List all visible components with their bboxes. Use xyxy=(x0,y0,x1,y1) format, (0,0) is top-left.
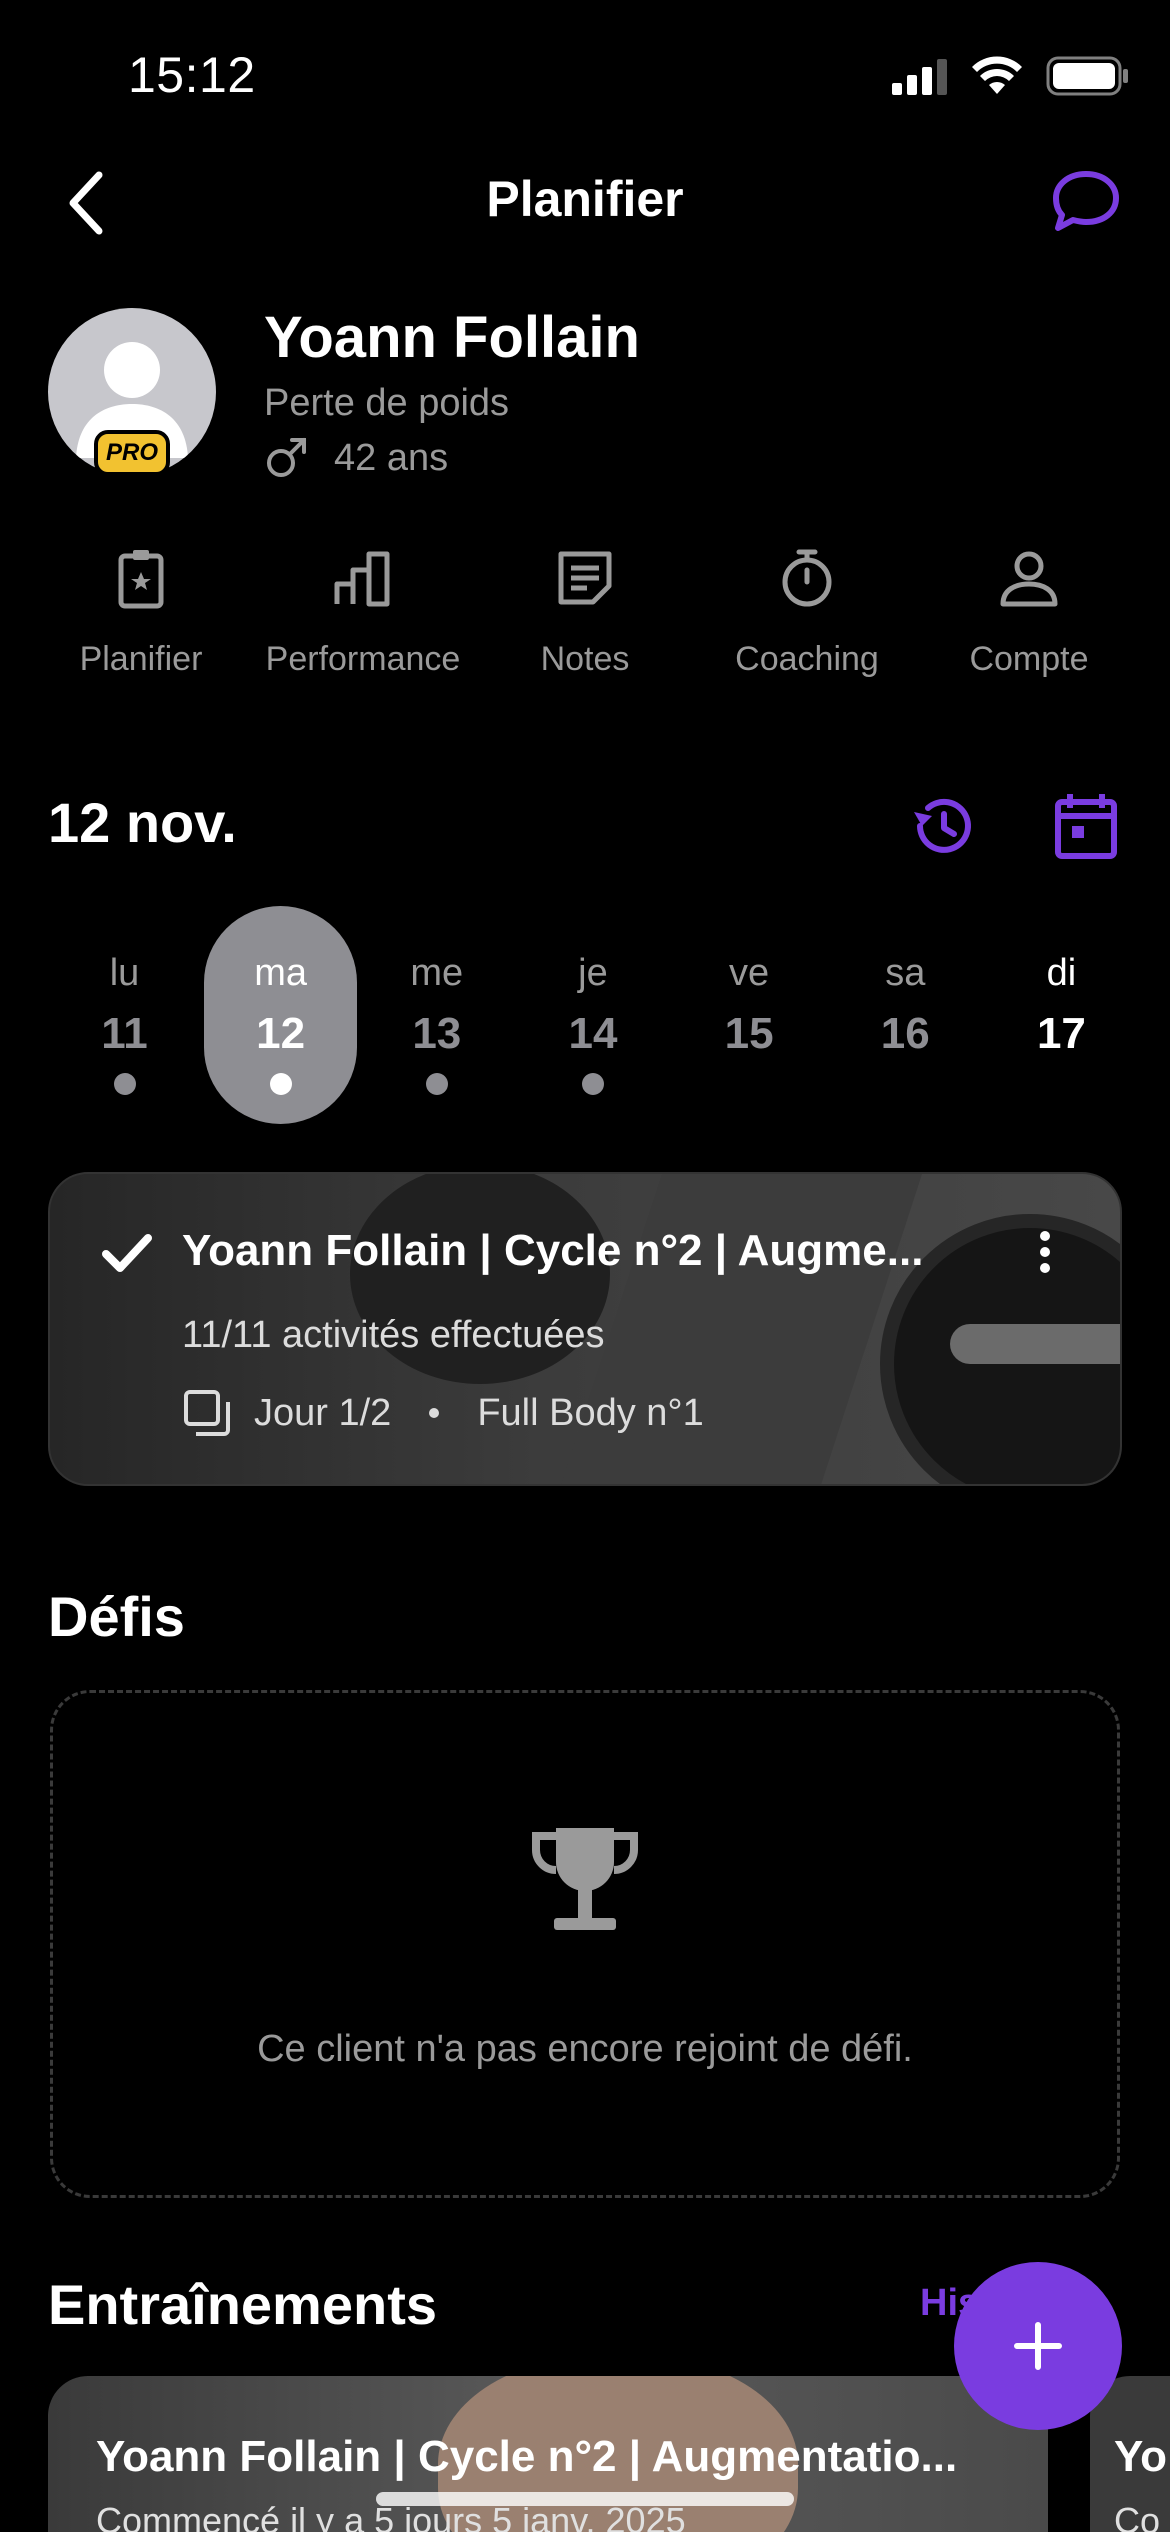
client-goal: Perte de poids xyxy=(264,382,510,424)
activity-dot xyxy=(1050,1073,1072,1095)
day-number: 17 xyxy=(1036,1009,1086,1058)
activity-dot xyxy=(894,1073,916,1095)
day-number: 13 xyxy=(412,1009,462,1058)
plus-icon xyxy=(1014,2322,1062,2370)
pro-badge: PRO xyxy=(94,430,170,476)
day-number: 12 xyxy=(256,1009,306,1058)
calendar-icon xyxy=(1055,794,1117,859)
challenges-title: Défis xyxy=(48,1585,185,1648)
program-title: Yoann Follain | Cycle n°2 | Augme... xyxy=(182,1226,924,1275)
tab-coaching[interactable]: Coaching xyxy=(696,546,918,679)
tab-label: Performance xyxy=(265,640,461,678)
history-clock-icon xyxy=(914,798,971,853)
training-title: Yoann Follain | Cycle n°2 | Augmentatio.… xyxy=(96,2432,958,2481)
calendar-button[interactable] xyxy=(1050,790,1122,862)
day-tuesday[interactable]: ma 12 xyxy=(204,906,358,1124)
tab-notes[interactable]: Notes xyxy=(474,546,696,679)
program-progress: 11/11 activités effectuées xyxy=(182,1314,605,1356)
more-options-button[interactable] xyxy=(1030,1230,1060,1283)
chat-button[interactable] xyxy=(1050,168,1122,234)
activity-dot xyxy=(738,1073,760,1095)
day-number: 11 xyxy=(101,1009,148,1058)
day-number: 14 xyxy=(568,1009,618,1058)
day-name: ve xyxy=(729,952,770,994)
activity-dot xyxy=(425,1073,448,1095)
trophy-icon xyxy=(528,1822,642,1936)
day-name: di xyxy=(1046,952,1077,994)
day-name: sa xyxy=(885,952,926,994)
day-thursday[interactable]: je 14 xyxy=(516,906,669,1124)
day-number: 15 xyxy=(724,1009,774,1058)
selected-date: 12 nov. xyxy=(48,791,237,854)
challenges-empty-box xyxy=(50,1690,1120,2198)
card-background-image xyxy=(950,1324,1120,1364)
wifi-icon xyxy=(972,56,1022,94)
activity-dot xyxy=(113,1073,136,1095)
activity-dot xyxy=(581,1073,604,1095)
profile-tabs: Planifier Performance Notes Coaching Com… xyxy=(30,546,1140,679)
training-card[interactable]: Yoann Follain | Cycle n°2 | Augmentatio.… xyxy=(48,2376,1048,2532)
page-title: Planifier xyxy=(486,171,684,227)
day-sunday[interactable]: di 17 xyxy=(985,906,1138,1124)
battery-icon xyxy=(1046,56,1128,96)
challenges-empty-text: Ce client n'a pas encore rejoint de défi… xyxy=(257,2028,913,2070)
program-session: Full Body n°1 xyxy=(477,1391,704,1434)
day-saturday[interactable]: sa 16 xyxy=(829,906,982,1124)
day-monday[interactable]: lu 11 xyxy=(48,906,201,1124)
clipboard-star-icon xyxy=(118,550,164,609)
male-symbol-icon xyxy=(267,438,306,477)
history-button[interactable] xyxy=(906,790,978,862)
tab-label: Compte xyxy=(969,640,1089,678)
day-name: me xyxy=(410,952,464,994)
kebab-menu-icon xyxy=(1040,1231,1050,1273)
add-button[interactable] xyxy=(954,2262,1122,2430)
day-name: je xyxy=(578,952,608,994)
home-indicator xyxy=(376,2492,794,2506)
day-wednesday[interactable]: me 13 xyxy=(360,906,513,1124)
tab-label: Planifier xyxy=(79,640,203,678)
tab-label: Coaching xyxy=(735,640,879,678)
tab-compte[interactable]: Compte xyxy=(918,546,1140,679)
checkmark-icon xyxy=(102,1234,152,1279)
program-card[interactable]: Yoann Follain | Cycle n°2 | Augme... 11/… xyxy=(48,1172,1122,1486)
status-time: 15:12 xyxy=(128,47,256,103)
status-icons xyxy=(890,56,1130,96)
tab-planifier[interactable]: Planifier xyxy=(30,546,252,679)
cellular-signal-icon xyxy=(892,59,947,95)
day-name: lu xyxy=(109,952,140,994)
client-gender-age: 42 ans xyxy=(264,436,448,480)
stopwatch-icon xyxy=(782,549,832,607)
tab-label: Notes xyxy=(540,640,630,678)
chat-bubble-icon xyxy=(1053,171,1119,231)
client-age: 42 ans xyxy=(334,436,449,479)
day-name: ma xyxy=(254,952,308,994)
program-day: Jour 1/2 xyxy=(254,1391,392,1434)
note-icon xyxy=(558,551,612,605)
card-background-image xyxy=(548,1174,932,1484)
copy-pages-icon xyxy=(184,1390,230,1436)
training-title: Yo xyxy=(1114,2432,1167,2481)
week-selector: lu 11 ma 12 me 13 je 14 ve 15 sa 16 di 1… xyxy=(48,906,1138,1124)
client-name: Yoann Follain xyxy=(264,305,640,370)
training-subtitle: Co xyxy=(1114,2500,1161,2532)
day-number: 16 xyxy=(880,1009,930,1058)
activity-dot xyxy=(269,1073,292,1095)
trainings-title: Entraînements xyxy=(48,2273,437,2336)
person-icon xyxy=(1000,551,1058,607)
separator-dot xyxy=(429,1408,440,1418)
tab-performance[interactable]: Performance xyxy=(252,546,474,679)
bar-chart-icon xyxy=(334,551,390,607)
program-meta: Jour 1/2 Full Body n°1 xyxy=(182,1388,704,1438)
day-friday[interactable]: ve 15 xyxy=(673,906,826,1124)
